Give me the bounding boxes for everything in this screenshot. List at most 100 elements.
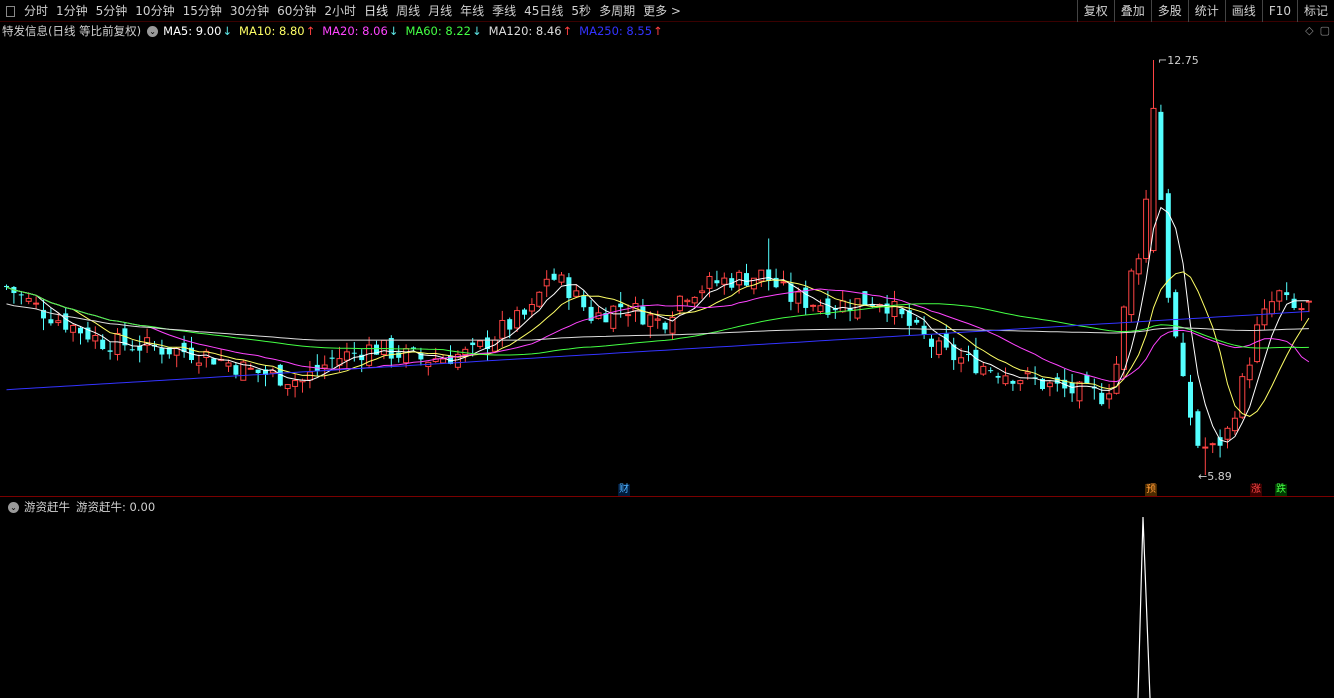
candle[interactable] [477,340,484,347]
candle[interactable] [507,319,513,330]
candle[interactable] [1046,382,1053,388]
settings-circle-icon[interactable]: ⌄ [147,25,159,37]
candle[interactable] [1298,308,1305,311]
candle[interactable] [1054,377,1060,384]
candle[interactable] [1076,381,1083,402]
candle[interactable] [1261,308,1268,326]
layout-toggle-icon[interactable] [6,5,15,17]
candle[interactable] [618,303,624,308]
candle[interactable] [462,348,469,356]
pane-divider[interactable] [0,496,1334,497]
candle[interactable] [1010,380,1016,384]
candle[interactable] [854,298,861,319]
candle[interactable] [676,295,683,312]
price-chart[interactable]: ⌐12.75 ←5.89 [0,0,1334,698]
square-icon[interactable]: ▢ [1320,24,1330,37]
candle[interactable] [640,306,646,325]
candle[interactable] [684,299,691,303]
candle[interactable] [536,291,543,307]
candle[interactable] [1188,381,1193,418]
candle[interactable] [1268,301,1275,315]
candle[interactable] [403,347,410,364]
candle[interactable] [1305,300,1312,303]
candle[interactable] [995,375,1001,378]
toolbar-button[interactable]: 叠加 [1113,0,1151,22]
forecast-marker[interactable]: 预 [1145,484,1157,496]
candle[interactable] [980,365,987,375]
period-tab[interactable]: 周线 [392,0,424,22]
period-tab[interactable]: 5秒 [567,0,595,22]
candle[interactable] [699,290,706,294]
period-tab[interactable]: 60分钟 [273,0,320,22]
candle[interactable] [211,358,217,365]
candle[interactable] [70,324,77,333]
candle[interactable] [1195,411,1201,446]
candle[interactable] [1202,446,1209,449]
candle[interactable] [18,294,24,296]
candle[interactable] [247,367,254,370]
candle[interactable] [625,314,632,317]
candle[interactable] [129,349,135,351]
candle[interactable] [610,305,617,329]
candle[interactable] [1231,417,1238,432]
candle[interactable] [1276,290,1283,302]
candle[interactable] [780,281,787,284]
subchart-settings-icon[interactable]: ⌄ [8,501,19,513]
candle[interactable] [25,297,32,302]
toolbar-button[interactable]: F10 [1261,0,1297,22]
period-tab[interactable]: 5分钟 [92,0,132,22]
candle[interactable] [795,291,802,304]
candle[interactable] [284,384,291,390]
candle[interactable] [329,357,335,359]
candle[interactable] [78,327,83,334]
candle[interactable] [744,273,749,286]
candle[interactable] [440,358,447,364]
candle[interactable] [921,325,927,335]
diamond-icon[interactable]: ◇ [1305,24,1313,37]
candle[interactable] [721,277,728,285]
candle[interactable] [1135,258,1142,275]
candle[interactable] [1002,375,1009,385]
period-tab[interactable]: 10分钟 [131,0,178,22]
candle[interactable] [48,319,54,324]
candle[interactable] [914,319,920,323]
candle[interactable] [499,319,506,339]
candle[interactable] [233,365,239,375]
candle[interactable] [1017,380,1024,385]
candle[interactable] [1024,371,1031,375]
candle[interactable] [1143,198,1150,260]
candle[interactable] [195,362,202,366]
candle[interactable] [1209,443,1216,446]
candle[interactable] [55,320,62,324]
fall-marker[interactable]: 跌 [1275,484,1287,496]
toolbar-button[interactable]: 统计 [1187,0,1225,22]
candle[interactable] [566,277,572,299]
finance-report-marker[interactable]: 财 [618,484,630,496]
candle[interactable] [100,339,106,350]
period-tab[interactable]: 分时 [20,0,52,22]
candle[interactable] [899,308,905,315]
candle[interactable] [714,280,720,284]
candle[interactable] [292,380,299,387]
candle[interactable] [1158,111,1164,200]
period-tab[interactable]: 30分钟 [226,0,273,22]
candle[interactable] [1217,437,1223,446]
candle[interactable] [1173,292,1179,337]
candle[interactable] [736,271,743,286]
candle[interactable] [92,334,99,342]
candle[interactable] [1284,292,1290,296]
candle[interactable] [321,364,328,369]
candle[interactable] [380,339,387,355]
candle[interactable] [1128,270,1135,316]
candle[interactable] [107,350,113,352]
period-tab[interactable]: 2小时 [320,0,360,22]
candle[interactable] [1106,393,1113,400]
candle[interactable] [825,298,831,315]
period-tab[interactable]: 15分钟 [179,0,226,22]
candle[interactable] [528,304,535,312]
candle[interactable] [1180,342,1186,377]
candle[interactable] [1224,427,1231,440]
period-tab[interactable]: 年线 [456,0,488,22]
candle[interactable] [558,274,565,283]
candle[interactable] [225,362,232,367]
